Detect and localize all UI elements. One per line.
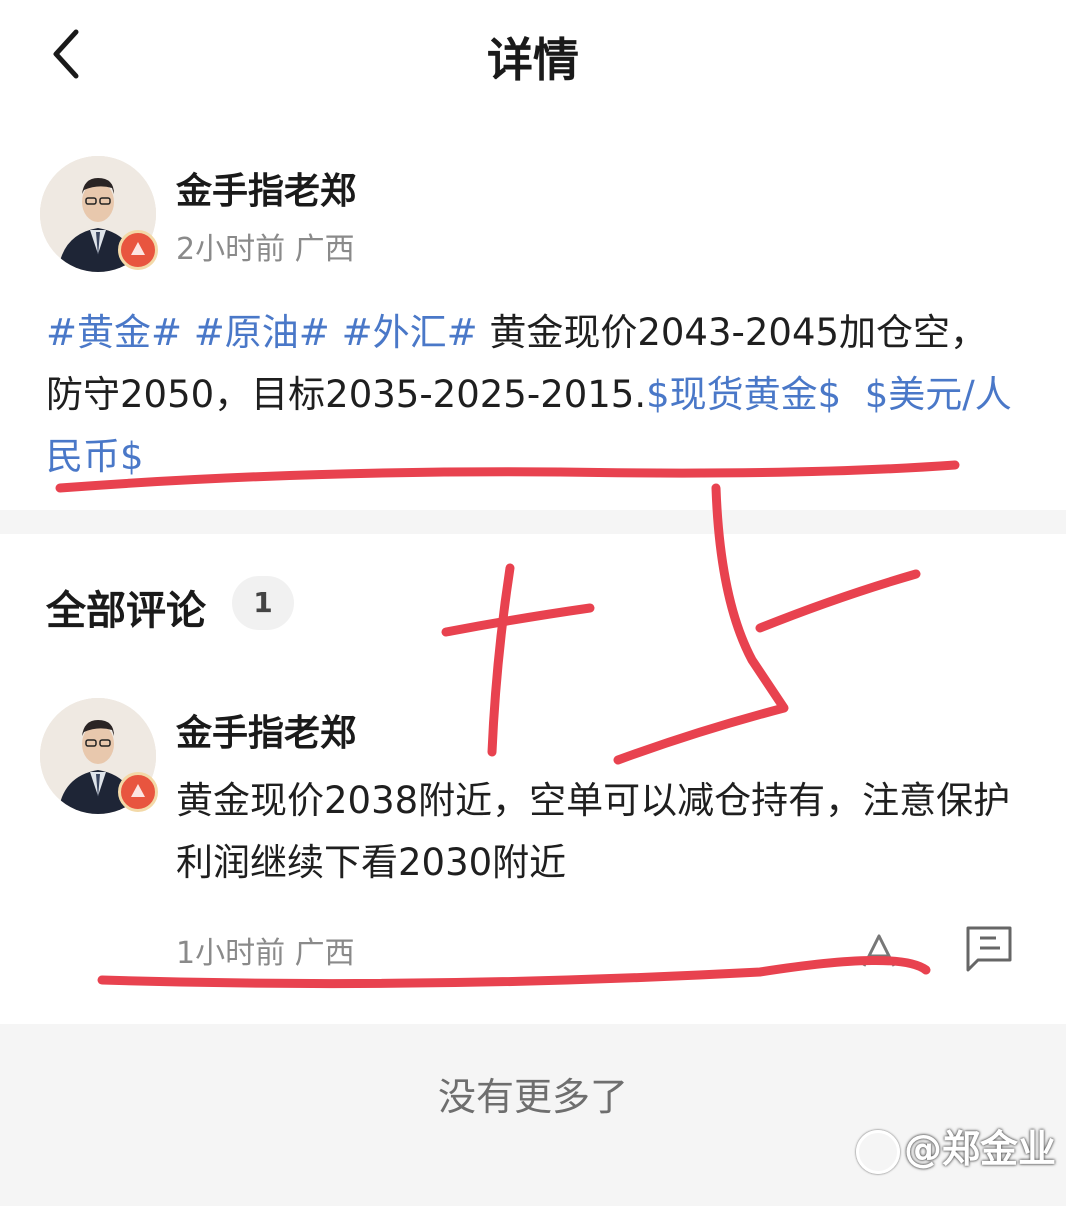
- comment-text: 黄金现价2038附近，空单可以减仓持有，注意保护利润继续下看2030附近: [176, 779, 1011, 884]
- verified-badge-icon: [118, 230, 158, 270]
- comment-meta: 1小时前 广西: [176, 936, 355, 971]
- watermark-text: @郑金业: [903, 1127, 1056, 1171]
- cross-horizontal-stroke: [441, 603, 595, 637]
- dash-stroke: [755, 569, 921, 633]
- post-text: 黄金现价2043-2045加仓空，防守2050，目标2035-2025-2015…: [46, 311, 988, 416]
- section-divider: [0, 510, 1066, 534]
- stock-link[interactable]: $现货黄金$: [646, 373, 841, 416]
- topic-tag[interactable]: #黄金#: [46, 311, 182, 354]
- like-button[interactable]: [856, 926, 902, 972]
- post-content: #黄金# #原油# #外汇# 黄金现价2043-2045加仓空，防守2050，目…: [46, 302, 1016, 488]
- post-meta: 2小时前 广西: [176, 232, 355, 267]
- page-title: 详情: [487, 33, 579, 87]
- watermark: @郑金业: [855, 1118, 1056, 1174]
- comments-heading: 全部评论: [46, 588, 206, 634]
- cross-vertical-stroke: [487, 563, 515, 757]
- top-nav-bar: 详情: [0, 0, 1066, 110]
- comment-icon: [966, 926, 1012, 972]
- topic-tag[interactable]: #原油#: [194, 311, 330, 354]
- post-author-name[interactable]: 金手指老郑: [176, 162, 356, 214]
- verified-badge-icon: [118, 772, 158, 812]
- comment-author-avatar[interactable]: [40, 698, 158, 814]
- no-more-text: 没有更多了: [437, 1075, 628, 1119]
- thumb-up-icon: [862, 934, 896, 967]
- watermark-logo-icon: [855, 1129, 900, 1174]
- comments-count-badge: 1: [232, 576, 294, 630]
- reply-button[interactable]: [962, 924, 1016, 974]
- comment-author-name[interactable]: 金手指老郑: [176, 704, 356, 756]
- post-author-avatar[interactable]: [40, 156, 158, 272]
- topic-tag[interactable]: #外汇#: [342, 311, 478, 354]
